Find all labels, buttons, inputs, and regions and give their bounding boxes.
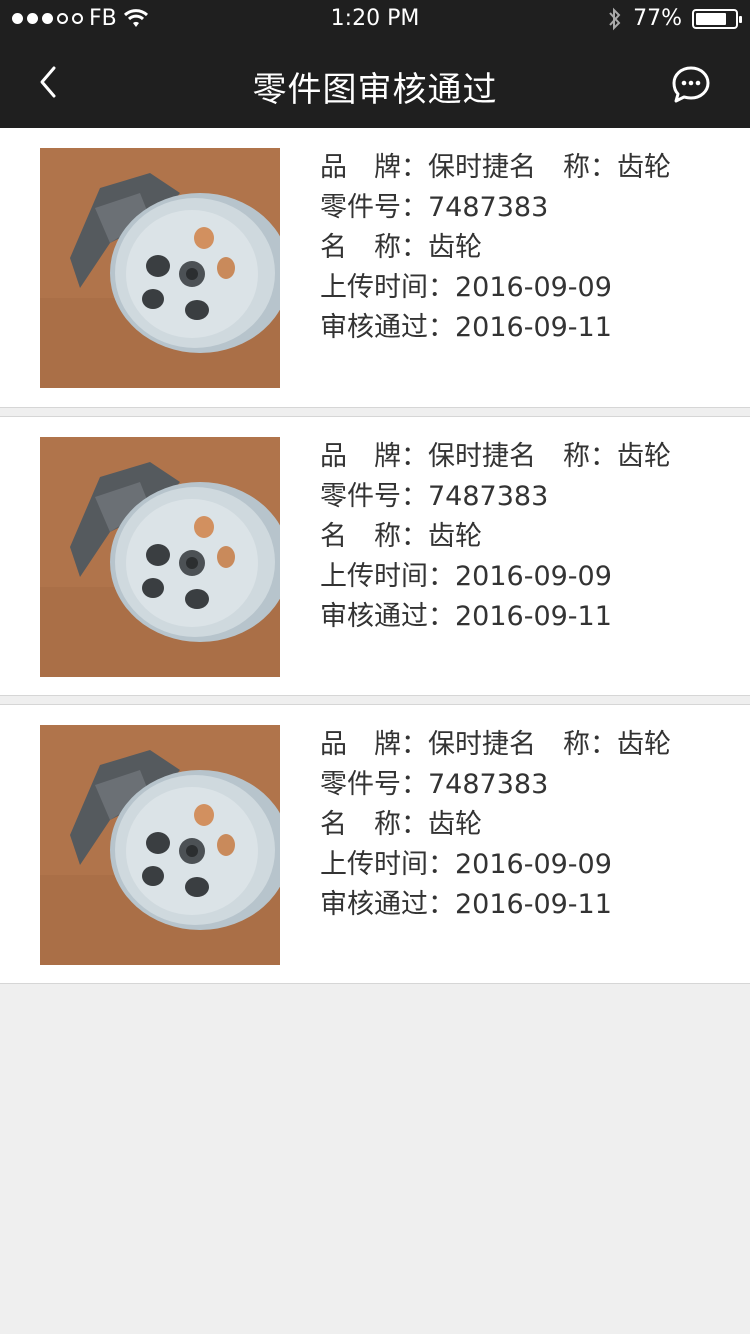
brand-label: 品 牌： <box>320 729 428 760</box>
name-inline-value: 齿轮 <box>617 441 671 472</box>
part-number-label: 零件号： <box>320 481 428 512</box>
list-item[interactable]: 品 牌：保时捷名 称：齿轮 零件号：7487383 名 称：齿轮 上传时间：20… <box>0 416 750 696</box>
part-number-value: 7487383 <box>428 192 549 223</box>
name-row: 名 称：齿轮 <box>320 517 671 557</box>
upload-time-label: 上传时间： <box>320 272 455 303</box>
navigation-bar: 零件图审核通过 <box>0 40 750 128</box>
name-label: 名 称： <box>320 232 428 263</box>
name-inline-value: 齿轮 <box>617 152 671 183</box>
part-image <box>40 148 280 388</box>
upload-time-value: 2016-09-09 <box>455 561 612 592</box>
brand-value: 保时捷 <box>428 441 509 472</box>
name-inline-label: 名 称： <box>509 441 617 472</box>
part-number-value: 7487383 <box>428 481 549 512</box>
upload-time-label: 上传时间： <box>320 849 455 880</box>
battery-percent: 77% <box>633 6 682 31</box>
name-inline-label: 名 称： <box>509 152 617 183</box>
part-number-row: 零件号：7487383 <box>320 765 671 805</box>
upload-time-label: 上传时间： <box>320 561 455 592</box>
bluetooth-icon <box>609 7 621 30</box>
page: FB 1:20 PM 77% 零件图审核通过 品 牌：保时捷名 称：齿轮 零件号… <box>0 0 750 1334</box>
brand-value: 保时捷 <box>428 729 509 760</box>
approved-label: 审核通过： <box>320 312 455 343</box>
part-number-value: 7487383 <box>428 769 549 800</box>
chat-button[interactable] <box>670 64 712 106</box>
list-item[interactable]: 品 牌：保时捷名 称：齿轮 零件号：7487383 名 称：齿轮 上传时间：20… <box>0 704 750 984</box>
upload-time-value: 2016-09-09 <box>455 272 612 303</box>
brand-row: 品 牌：保时捷名 称：齿轮 <box>320 437 671 477</box>
list-item[interactable]: 品 牌：保时捷名 称：齿轮 零件号：7487383 名 称：齿轮 上传时间：20… <box>0 128 750 408</box>
part-info: 品 牌：保时捷名 称：齿轮 零件号：7487383 名 称：齿轮 上传时间：20… <box>320 437 671 637</box>
status-right: 77% <box>607 6 742 31</box>
approved-row: 审核通过：2016-09-11 <box>320 308 671 348</box>
page-title: 零件图审核通过 <box>252 70 498 110</box>
name-label: 名 称： <box>320 521 428 552</box>
part-info: 品 牌：保时捷名 称：齿轮 零件号：7487383 名 称：齿轮 上传时间：20… <box>320 148 671 348</box>
brand-label: 品 牌： <box>320 152 428 183</box>
name-value: 齿轮 <box>428 809 482 840</box>
parts-list: 品 牌：保时捷名 称：齿轮 零件号：7487383 名 称：齿轮 上传时间：20… <box>0 128 750 984</box>
upload-time-row: 上传时间：2016-09-09 <box>320 845 671 885</box>
name-row: 名 称：齿轮 <box>320 228 671 268</box>
upload-time-value: 2016-09-09 <box>455 849 612 880</box>
approved-value: 2016-09-11 <box>455 889 612 920</box>
name-row: 名 称：齿轮 <box>320 805 671 845</box>
name-value: 齿轮 <box>428 521 482 552</box>
approved-row: 审核通过：2016-09-11 <box>320 885 671 925</box>
top-bar: FB 1:20 PM 77% 零件图审核通过 <box>0 0 750 128</box>
approved-value: 2016-09-11 <box>455 601 612 632</box>
upload-time-row: 上传时间：2016-09-09 <box>320 268 671 308</box>
approved-value: 2016-09-11 <box>455 312 612 343</box>
part-info: 品 牌：保时捷名 称：齿轮 零件号：7487383 名 称：齿轮 上传时间：20… <box>320 725 671 925</box>
part-image <box>40 437 280 677</box>
approved-row: 审核通过：2016-09-11 <box>320 597 671 637</box>
status-bar: FB 1:20 PM 77% <box>0 0 750 40</box>
part-image <box>40 725 280 965</box>
name-value: 齿轮 <box>428 232 482 263</box>
part-number-label: 零件号： <box>320 769 428 800</box>
name-inline-value: 齿轮 <box>617 729 671 760</box>
approved-label: 审核通过： <box>320 601 455 632</box>
name-inline-label: 名 称： <box>509 729 617 760</box>
part-number-row: 零件号：7487383 <box>320 477 671 517</box>
part-number-label: 零件号： <box>320 192 428 223</box>
brand-row: 品 牌：保时捷名 称：齿轮 <box>320 725 671 765</box>
brand-row: 品 牌：保时捷名 称：齿轮 <box>320 148 671 188</box>
brand-label: 品 牌： <box>320 441 428 472</box>
name-label: 名 称： <box>320 809 428 840</box>
approved-label: 审核通过： <box>320 889 455 920</box>
part-number-row: 零件号：7487383 <box>320 188 671 228</box>
brand-value: 保时捷 <box>428 152 509 183</box>
upload-time-row: 上传时间：2016-09-09 <box>320 557 671 597</box>
battery-icon <box>692 8 742 29</box>
